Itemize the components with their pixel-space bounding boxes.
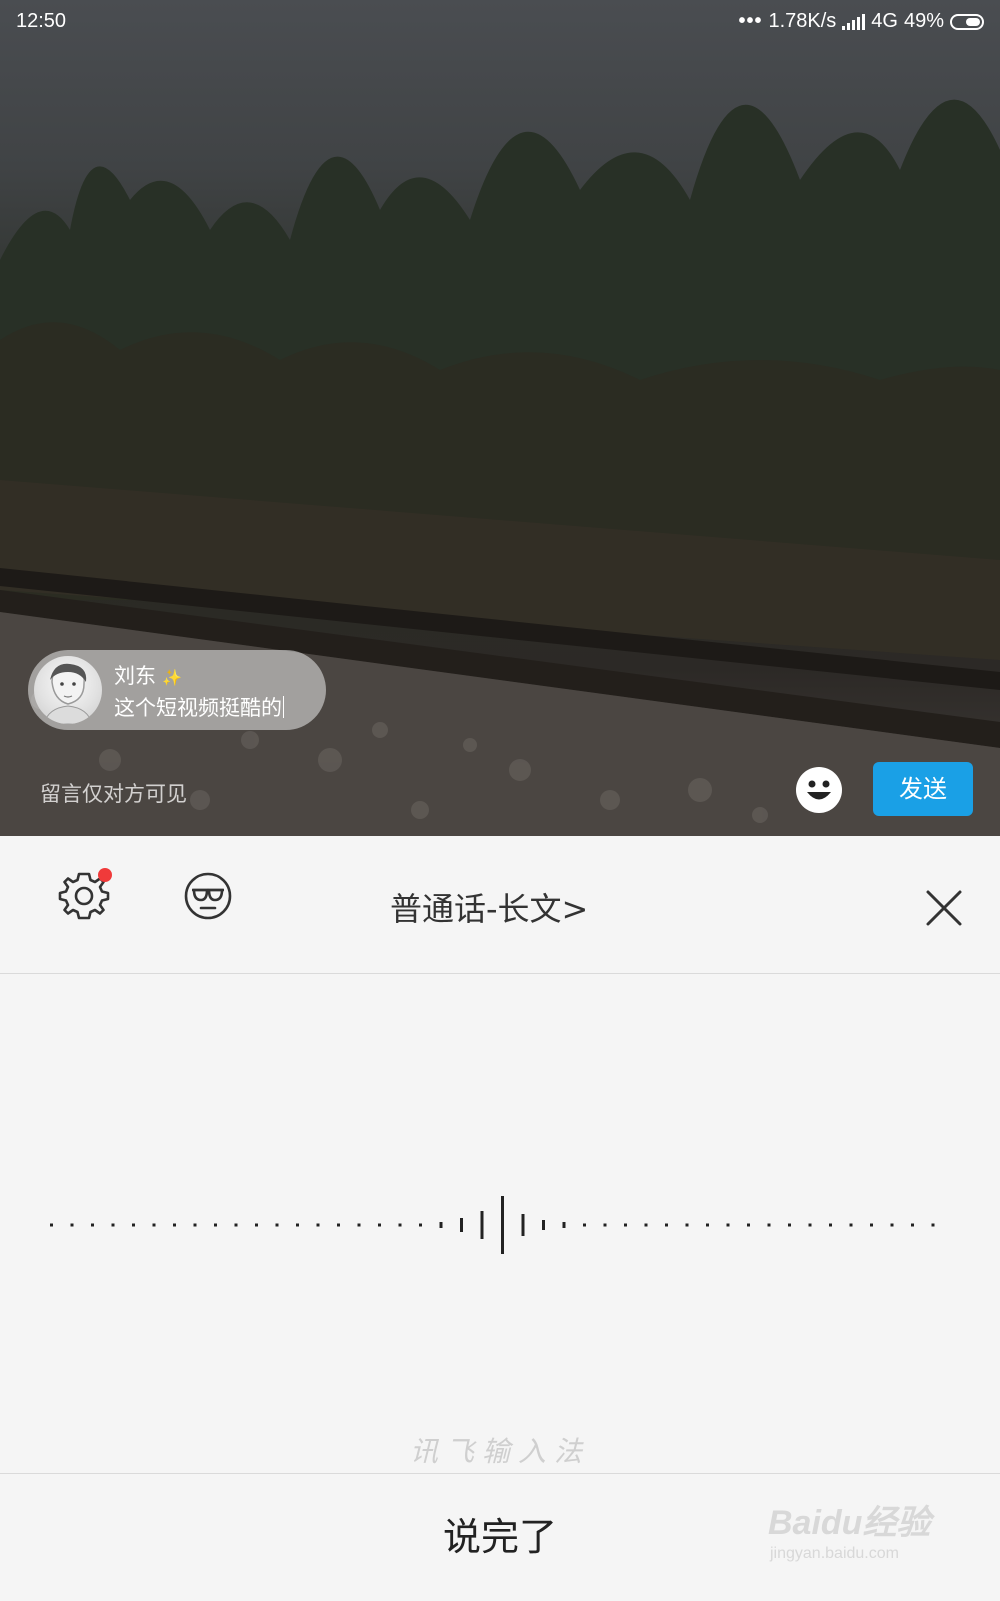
ime-brand: 讯飞输入法 [409, 1435, 590, 1468]
status-bar: 12:50 ••• 1.78K/s 4G 49% [0, 0, 1000, 44]
comment-text: 这个短视频挺酷的 [114, 696, 282, 720]
waveform-bar [111, 1223, 115, 1227]
waveform-bar [460, 1218, 463, 1232]
skin-button[interactable] [180, 868, 236, 924]
waveform-bar [726, 1223, 730, 1227]
battery-icon [950, 13, 984, 30]
waveform-bar [788, 1223, 791, 1227]
waveform-bar [706, 1223, 709, 1227]
waveform-bar [685, 1223, 689, 1227]
battery-level: 49% [903, 10, 944, 32]
signal-icon [842, 13, 866, 30]
private-hint: 留言仅对方可见 [40, 782, 187, 806]
waveform-bar [542, 1220, 545, 1230]
waveform-bar [583, 1223, 586, 1227]
waveform-bar [890, 1223, 894, 1227]
waveform-bar [931, 1223, 935, 1227]
waveform-bar [603, 1223, 607, 1227]
network-speed: 1.78K/s [768, 10, 837, 32]
status-time: 12:50 [16, 10, 67, 32]
close-button[interactable] [918, 882, 970, 934]
comment-author: 刘东 ✨ [114, 660, 182, 690]
waveform-bar [132, 1223, 135, 1227]
waveform-bar [214, 1223, 217, 1227]
waveform-bar [275, 1223, 279, 1227]
waveform-bar [234, 1223, 238, 1227]
waveform-bar [870, 1223, 873, 1227]
settings-button[interactable] [56, 868, 112, 924]
waveform-bar [624, 1223, 627, 1227]
notification-badge [98, 868, 112, 882]
waveform-bar [378, 1223, 381, 1227]
sparkle-icon: ✨ [162, 668, 182, 687]
waveform-bar [398, 1223, 402, 1227]
waveform-bar [911, 1223, 914, 1227]
waveform-bar [152, 1223, 156, 1227]
comment-bubble: 刘东 ✨ 这个短视频挺酷的 [28, 650, 326, 730]
video-background: 12:50 ••• 1.78K/s 4G 49% 刘东 ✨ 这个短视频挺酷的 留… [0, 0, 1000, 836]
waveform-bar [808, 1223, 812, 1227]
comment-input-text[interactable]: 这个短视频挺酷的 [114, 692, 284, 722]
waveform-bar [829, 1223, 832, 1227]
waveform-bar [193, 1223, 197, 1227]
waveform-bar [480, 1211, 484, 1239]
waveform-bar [665, 1223, 668, 1227]
waveform-bar [419, 1223, 422, 1227]
emoji-button[interactable] [796, 767, 842, 813]
ime-toolbar: 普通话-长文> [0, 836, 1000, 974]
waveform-bar [255, 1223, 258, 1227]
waveform-bar [521, 1214, 525, 1236]
waveform-bar [357, 1223, 361, 1227]
waveform-bar [316, 1223, 320, 1227]
waveform-bar [70, 1223, 74, 1227]
waveform-bar [562, 1222, 566, 1228]
voice-mode-selector[interactable]: 普通话-长文> [390, 884, 588, 930]
waveform-bar [439, 1222, 443, 1228]
sunglasses-face-icon [184, 872, 232, 920]
status-right: ••• 1.78K/s 4G 49% [738, 10, 984, 33]
comment-author-name: 刘东 [114, 664, 156, 688]
text-cursor [283, 696, 284, 718]
waveform-bar [91, 1223, 94, 1227]
waveform-bar [173, 1223, 176, 1227]
waveform-bar [747, 1223, 750, 1227]
avatar-portrait [43, 663, 93, 724]
avatar [34, 656, 102, 724]
waveform-bar [50, 1223, 53, 1227]
waveform-bar [644, 1223, 648, 1227]
network-type: 4G [871, 10, 898, 32]
waveform-bar [337, 1223, 340, 1227]
close-icon [926, 890, 962, 926]
more-dots-icon: ••• [738, 10, 763, 32]
voice-waveform [50, 1196, 935, 1254]
waveform-bar [501, 1196, 504, 1254]
send-button[interactable]: 发送 [873, 762, 973, 816]
done-bar: 说完了 [0, 1473, 1000, 1601]
waveform-bar [296, 1223, 299, 1227]
finish-speaking-button[interactable]: 说完了 [0, 1474, 1000, 1601]
smiley-icon [797, 768, 841, 812]
waveform-bar [849, 1223, 853, 1227]
waveform-bar [767, 1223, 771, 1227]
